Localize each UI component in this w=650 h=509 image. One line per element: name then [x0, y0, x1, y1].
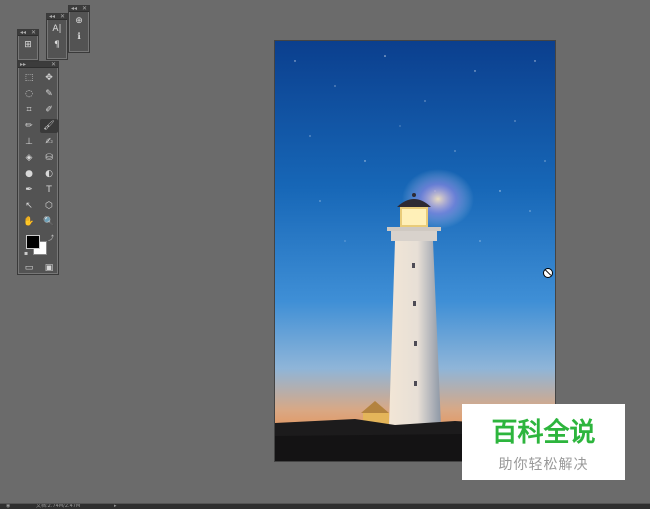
watermark-logo: 百科全说 助你轻松解决: [462, 404, 625, 480]
collapsed-panel-b: ◂◂ ✕ A| ¶: [46, 13, 68, 60]
pen-tool-icon[interactable]: ✒: [20, 183, 38, 197]
paragraph-panel-icon[interactable]: ¶: [49, 38, 65, 52]
zoom-tool-icon[interactable]: 🔍: [40, 215, 58, 229]
adjustments-panel-icon[interactable]: ⊕: [71, 14, 87, 28]
swap-colors-icon[interactable]: ⤴: [48, 233, 54, 242]
brush-cursor-icon: [543, 268, 553, 278]
status-menu-arrow-icon[interactable]: ▸: [114, 504, 117, 509]
character-panel-icon[interactable]: A|: [49, 22, 65, 36]
watermark-title: 百科全说: [491, 418, 596, 448]
crop-tool-icon[interactable]: ⌗: [20, 103, 38, 117]
watermark-subtitle: 助你轻松解决: [498, 457, 589, 473]
move-tool-icon[interactable]: ✥: [40, 71, 58, 85]
marquee-tool-icon[interactable]: ⬚: [20, 71, 38, 85]
paint-bucket-tool-icon[interactable]: ⛁: [40, 151, 58, 165]
status-icon[interactable]: ◉: [6, 504, 10, 509]
shape-tool-icon[interactable]: ⬡: [40, 199, 58, 213]
foreground-color-swatch[interactable]: [26, 235, 40, 249]
default-colors-icon[interactable]: ▪: [24, 250, 28, 257]
panel-grip[interactable]: ◂◂ ✕: [18, 29, 38, 36]
blur-tool-icon[interactable]: ●: [20, 167, 38, 181]
hand-tool-icon[interactable]: ✋: [20, 215, 38, 229]
panel-grip[interactable]: ◂◂ ✕: [69, 5, 89, 12]
collapsed-panel-a: ◂◂✕ ⊞ ¶: [17, 29, 39, 61]
tool-grid: ⬚ ✥ ◌ ✎ ⌗ ✐ ✏ 🖌 ⊥ ✍ ◈ ⛁ ● ◐ ✒ T ↖ ⬡ ✋ 🔍: [18, 68, 58, 229]
quick-selection-tool-icon[interactable]: ✎: [40, 87, 58, 101]
path-selection-tool-icon[interactable]: ↖: [20, 199, 38, 213]
lighthouse-photo: [275, 41, 555, 461]
info-panel-icon[interactable]: ℹ: [71, 30, 87, 44]
quick-mask-icon[interactable]: ▭: [20, 261, 38, 275]
document-size-info: 文档:2.74M/2.47M: [36, 503, 81, 509]
panel-grip[interactable]: ◂◂ ✕: [47, 13, 67, 20]
collapsed-panel-c: ◂◂ ✕ ⊕ ℹ: [68, 5, 90, 53]
spot-healing-tool-icon[interactable]: ✏: [20, 119, 38, 133]
color-swatches: ⤴ ▪: [20, 233, 56, 257]
status-bar: ◉ 文档:2.74M/2.47M ▸: [0, 503, 650, 509]
document-canvas[interactable]: [274, 40, 556, 462]
tools-panel: ▸▸ ✕ ⬚ ✥ ◌ ✎ ⌗ ✐ ✏ 🖌 ⊥ ✍ ◈ ⛁ ● ◐ ✒ T ↖ ⬡ …: [17, 61, 59, 275]
history-brush-tool-icon[interactable]: ✍: [40, 135, 58, 149]
brush-tool-icon[interactable]: 🖌: [40, 119, 58, 133]
layers-panel-icon[interactable]: ⊞: [20, 38, 36, 52]
eraser-tool-icon[interactable]: ◈: [20, 151, 38, 165]
screen-mode-icon[interactable]: ▣: [40, 261, 58, 275]
type-tool-icon[interactable]: T: [40, 183, 58, 197]
lasso-tool-icon[interactable]: ◌: [20, 87, 38, 101]
mode-row: ▭ ▣: [18, 261, 58, 275]
eyedropper-tool-icon[interactable]: ✐: [40, 103, 58, 117]
dodge-tool-icon[interactable]: ◐: [40, 167, 58, 181]
clone-stamp-tool-icon[interactable]: ⊥: [20, 135, 38, 149]
